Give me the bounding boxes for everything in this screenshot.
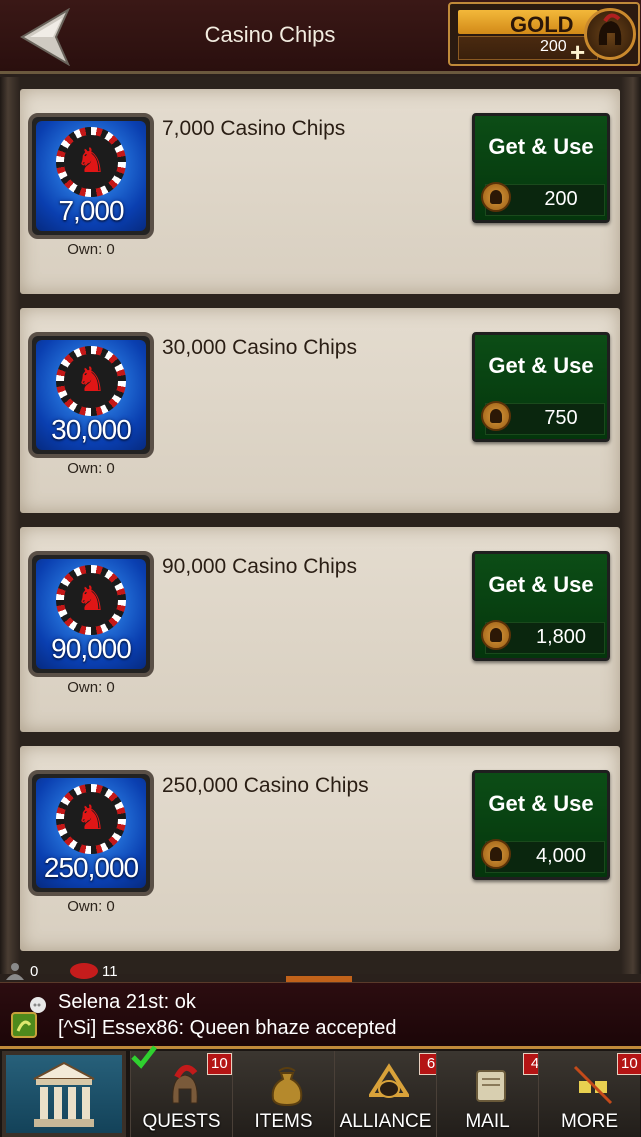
chat-preview[interactable]: Selena 21st: ok [^Si] Essex86: Queen bha… bbox=[0, 982, 641, 1046]
pegasus-icon: ♞ bbox=[75, 799, 107, 837]
alliance-label: ALLIANCE bbox=[339, 1111, 432, 1132]
get-and-use-button[interactable]: Get & Use 1,800 bbox=[472, 551, 610, 661]
back-arrow-icon bbox=[20, 7, 71, 67]
owned-count: Own: 0 bbox=[67, 679, 115, 696]
alliance-emblem-icon bbox=[369, 1063, 409, 1098]
quests-label: QUESTS bbox=[142, 1111, 221, 1132]
online-players-count: 0 bbox=[30, 963, 39, 980]
person-icon bbox=[6, 963, 24, 980]
mail-label: MAIL bbox=[465, 1111, 510, 1132]
price: 200 bbox=[544, 188, 578, 210]
gold-label: GOLD bbox=[510, 12, 574, 37]
chat-message-count: 11 bbox=[102, 963, 118, 980]
get-and-use-button[interactable]: Get & Use 200 bbox=[472, 113, 610, 223]
chip-image: ♞ 30,000 bbox=[28, 332, 154, 458]
item-list[interactable]: ♞ 7,000 Own: 0 7,000 Casino Chips Get & … bbox=[0, 77, 641, 974]
more-icon bbox=[573, 1065, 613, 1105]
item-card: ♞ 250,000 Own: 0 250,000 Casino Chips Ge… bbox=[20, 746, 620, 951]
tab-quests[interactable]: 10 QUESTS bbox=[130, 1045, 232, 1137]
button-label: Get & Use bbox=[488, 134, 594, 159]
item-name: 30,000 Casino Chips bbox=[162, 336, 357, 359]
more-badge: 10 bbox=[617, 1053, 641, 1075]
gold-coin-icon bbox=[481, 839, 511, 869]
quest-helmet-icon bbox=[172, 1064, 198, 1104]
bottom-navigation: 10 QUESTS ITEMS 6 ALLIANCE 4 MAIL 10 MOR… bbox=[0, 1045, 641, 1137]
online-status-bar: 0 11 bbox=[0, 962, 641, 982]
price: 750 bbox=[544, 407, 578, 429]
get-and-use-button[interactable]: Get & Use 750 bbox=[472, 332, 610, 442]
top-bar: Casino Chips GOLD 200 + bbox=[0, 0, 641, 74]
gold-value: 200 bbox=[540, 38, 567, 55]
gold-coin-icon bbox=[481, 182, 511, 212]
pegasus-icon: ♞ bbox=[75, 142, 107, 180]
button-label: Get & Use bbox=[488, 791, 594, 816]
get-and-use-button[interactable]: Get & Use 4,000 bbox=[472, 770, 610, 880]
frame-border-right bbox=[621, 77, 641, 974]
chat-icon[interactable] bbox=[8, 995, 48, 1039]
tab-mail[interactable]: 4 MAIL bbox=[436, 1051, 547, 1137]
item-name: 250,000 Casino Chips bbox=[162, 774, 369, 797]
tab-more[interactable]: 10 MORE bbox=[538, 1051, 641, 1137]
more-label: MORE bbox=[561, 1111, 618, 1132]
chip-amount-label: 30,000 bbox=[51, 414, 132, 445]
city-button[interactable] bbox=[2, 1051, 126, 1137]
chip-amount-label: 250,000 bbox=[43, 852, 139, 883]
owned-count: Own: 0 bbox=[67, 241, 115, 258]
item-card: ♞ 7,000 Own: 0 7,000 Casino Chips Get & … bbox=[20, 89, 620, 294]
item-name: 7,000 Casino Chips bbox=[162, 117, 346, 140]
items-label: ITEMS bbox=[254, 1111, 313, 1132]
pegasus-icon: ♞ bbox=[75, 361, 107, 399]
gold-balance-button[interactable]: GOLD 200 + bbox=[448, 2, 640, 66]
chip-amount-label: 7,000 bbox=[58, 195, 124, 226]
back-button[interactable] bbox=[18, 7, 78, 67]
chip-image: ♞ 250,000 bbox=[28, 770, 154, 896]
frame-border-left bbox=[0, 77, 20, 974]
owned-count: Own: 0 bbox=[67, 460, 115, 477]
price: 1,800 bbox=[535, 626, 587, 648]
item-card: ♞ 90,000 Own: 0 90,000 Casino Chips Get … bbox=[20, 527, 620, 732]
tab-alliance[interactable]: 6 ALLIANCE bbox=[334, 1051, 443, 1137]
scroll-mail-icon bbox=[476, 1070, 506, 1102]
gold-coin-icon bbox=[481, 620, 511, 650]
item-name: 90,000 Casino Chips bbox=[162, 555, 357, 578]
chat-bubble-icon bbox=[70, 963, 98, 979]
pegasus-icon: ♞ bbox=[75, 580, 107, 618]
chip-amount-label: 90,000 bbox=[51, 633, 132, 664]
item-card: ♞ 30,000 Own: 0 30,000 Casino Chips Get … bbox=[20, 308, 620, 513]
chip-image: ♞ 90,000 bbox=[28, 551, 154, 677]
chat-message: [^Si] Essex86: Queen bhaze accepted bbox=[58, 1017, 397, 1039]
owned-count: Own: 0 bbox=[67, 898, 115, 915]
add-gold-icon: + bbox=[570, 37, 586, 67]
quests-badge: 10 bbox=[207, 1053, 232, 1075]
tab-items[interactable]: ITEMS bbox=[232, 1051, 334, 1137]
button-label: Get & Use bbox=[488, 572, 594, 597]
checkmark-icon bbox=[131, 1045, 157, 1069]
page-title: Casino Chips bbox=[204, 22, 336, 47]
button-label: Get & Use bbox=[488, 353, 594, 378]
price: 4,000 bbox=[535, 845, 587, 867]
temple-icon bbox=[33, 1061, 95, 1127]
chip-image: ♞ 7,000 bbox=[28, 113, 154, 239]
gold-coin-icon bbox=[481, 401, 511, 431]
spartan-helmet-icon bbox=[584, 8, 636, 60]
chat-message: Selena 21st: ok bbox=[58, 991, 196, 1013]
sack-icon bbox=[271, 1067, 303, 1107]
